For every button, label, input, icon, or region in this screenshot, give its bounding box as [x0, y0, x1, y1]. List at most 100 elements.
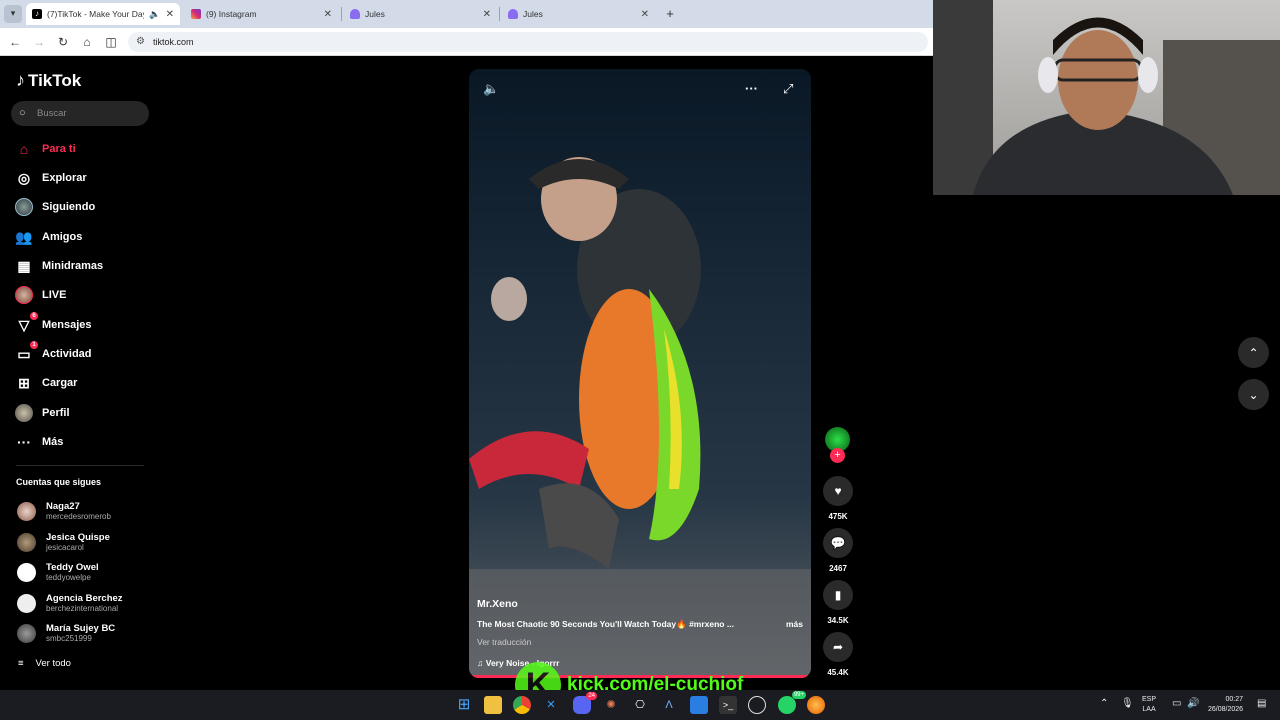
webcam-frame	[933, 0, 1280, 195]
followed-account[interactable]: Teddy Owel teddyowelpe	[17, 558, 99, 586]
reload-icon[interactable]: ↻	[55, 34, 71, 50]
video-author[interactable]: Mr.Xeno	[477, 598, 803, 610]
sidebar-item-mensajes[interactable]: ▽ 6 Mensajes	[14, 312, 92, 335]
sidebar-item-cargar[interactable]: ⊞ Cargar	[14, 373, 77, 393]
sidebar-item-label: Más	[42, 436, 64, 448]
site-info-icon[interactable]: ⚙	[136, 32, 145, 52]
network-icon[interactable]: ▭	[1172, 699, 1181, 709]
back-icon[interactable]: ←	[7, 34, 23, 50]
fullscreen-icon[interactable]: ⤢	[783, 81, 793, 97]
account-name: Jesica Quispe	[46, 532, 110, 543]
language-indicator[interactable]: ESP LAA	[1142, 695, 1156, 715]
video-description: The Most Chaotic 90 Seconds You'll Watch…	[477, 619, 734, 629]
sidebar-item-label: Siguiendo	[42, 201, 96, 213]
sidebar-item-live[interactable]: LIVE	[14, 285, 66, 305]
discord-icon[interactable]: 24	[573, 692, 597, 714]
profile-avatar-icon	[14, 404, 34, 422]
sidebar-item-explorar[interactable]: ◎ Explorar	[14, 168, 87, 188]
whatsapp-icon[interactable]: 99+	[778, 691, 806, 714]
close-icon[interactable]: ✕	[166, 9, 174, 20]
previous-video-button[interactable]: ⌃	[1238, 337, 1269, 368]
sidebar-item-mas[interactable]: ··· Más	[14, 432, 63, 452]
account-username: teddyowelpe	[46, 573, 91, 582]
sidebar-item-perfil[interactable]: Perfil	[14, 403, 70, 423]
sidebar-item-minidramas[interactable]: ▦ Minidramas	[14, 256, 103, 276]
claude-icon[interactable]: ✺	[602, 696, 620, 714]
notification-icon[interactable]: ▤	[1257, 699, 1266, 709]
followed-account[interactable]: María Sujey BC smbc251999	[17, 619, 115, 647]
follow-button[interactable]: +	[830, 448, 845, 463]
tab-jules-1[interactable]: Jules ✕	[344, 3, 497, 25]
see-all-label: Ver todo	[35, 658, 71, 669]
tab-jules-2[interactable]: Jules ✕	[502, 3, 655, 25]
app-blue-icon[interactable]	[690, 696, 708, 714]
tab-list-button[interactable]: ▾	[4, 5, 22, 23]
followed-account[interactable]: Jesica Quispe jesicacarol	[17, 528, 110, 556]
terminal-icon[interactable]: >_	[719, 696, 737, 714]
sidebar-item-label: Para ti	[42, 143, 76, 155]
save-action[interactable]: ▮ 34.5K	[822, 580, 854, 625]
see-all-link[interactable]: ≡ Ver todo	[18, 658, 71, 669]
forward-icon[interactable]: →	[31, 34, 47, 50]
close-icon[interactable]: ✕	[641, 9, 649, 20]
split-view-icon[interactable]: ◫	[103, 34, 119, 50]
new-tab-button[interactable]: +	[662, 6, 678, 22]
account-name: Naga27	[46, 501, 80, 512]
layout-code: LAA	[1142, 706, 1156, 713]
chrome-icon[interactable]	[513, 696, 531, 714]
share-action[interactable]: ➦ 45.4K	[822, 632, 854, 677]
sidebar-item-para-ti[interactable]: ⌂ Para ti	[14, 139, 76, 159]
account-username: mercedesromerob	[46, 512, 111, 521]
tray-chevron-icon[interactable]: ⌃	[1100, 699, 1108, 709]
sidebar-item-amigos[interactable]: 👥 Amigos	[14, 227, 82, 247]
account-username: jesicacarol	[46, 543, 84, 552]
volume-icon[interactable]: 🔊	[1187, 699, 1199, 709]
close-icon[interactable]: ✕	[483, 9, 491, 20]
firefox-icon[interactable]	[807, 696, 825, 714]
url-text: tiktok.com	[153, 37, 194, 47]
url-field[interactable]: ⚙ tiktok.com	[128, 32, 928, 52]
clock[interactable]: 00:27 26/08/2026	[1208, 695, 1243, 715]
translate-link[interactable]: Ver traducción	[477, 637, 803, 647]
next-video-button[interactable]: ⌄	[1238, 379, 1269, 410]
close-icon[interactable]: ✕	[324, 9, 332, 20]
video-player[interactable]: 🔈 ··· ⤢ Mr.Xeno The Most Chaotic 90 Seco…	[469, 69, 811, 678]
notification-badge: 1	[30, 341, 38, 349]
comment-action[interactable]: 💬 2467	[822, 528, 854, 573]
tab-tiktok[interactable]: ♪ (7)TikTok - Make Your Day 🔈 ✕	[26, 3, 180, 25]
antigravity-icon[interactable]: Λ	[660, 696, 678, 714]
speaker-icon[interactable]: 🔈	[149, 9, 160, 20]
more-link[interactable]: más	[786, 619, 803, 630]
followed-account[interactable]: Agencia Berchez berchezinternational	[17, 589, 123, 617]
tiktok-logo[interactable]: ♪ TikTok	[16, 70, 81, 91]
bookmark-icon[interactable]: ▮	[823, 580, 853, 610]
save-count: 34.5K	[827, 616, 849, 625]
avatar	[17, 562, 36, 582]
search-placeholder: Buscar	[37, 108, 67, 119]
windows-start-icon[interactable]: ⊞	[455, 696, 473, 714]
sidebar-item-label: Minidramas	[42, 260, 104, 272]
brand-name: TikTok	[28, 70, 82, 90]
volume-icon[interactable]: 🔈	[483, 81, 499, 97]
friends-icon: 👥	[15, 228, 33, 245]
microphone-icon[interactable]: 🎙	[1121, 699, 1134, 709]
taskbar: ⊞ ✕ 24 ✺ ⎔ Λ >_ 99+ ⌃ 🎙 ESP LAA ▭ 🔊 00:2…	[0, 690, 1280, 720]
file-explorer-icon[interactable]	[484, 696, 502, 714]
chatgpt-icon[interactable]: ⎔	[631, 696, 649, 714]
obs-icon[interactable]	[748, 696, 766, 714]
clock-date: 26/08/2026	[1208, 706, 1244, 713]
vscode-icon[interactable]: ✕	[542, 696, 560, 714]
share-icon[interactable]: ➦	[823, 632, 853, 662]
sidebar-item-siguiendo[interactable]: Siguiendo	[14, 197, 95, 217]
heart-icon[interactable]: ♥	[823, 476, 853, 506]
search-input[interactable]: ○ Buscar	[11, 101, 149, 126]
tab-title: (7)TikTok - Make Your Day	[47, 9, 145, 19]
tab-instagram[interactable]: (9) Instagram ✕	[185, 3, 338, 25]
home-icon[interactable]: ⌂	[79, 34, 95, 50]
comment-icon[interactable]: 💬	[823, 528, 853, 558]
notification-badge: 99+	[791, 691, 806, 699]
sidebar-item-actividad[interactable]: ▭ 1 Actividad	[14, 341, 92, 364]
like-action[interactable]: ♥ 475K	[822, 476, 854, 521]
followed-account[interactable]: Naga27 mercedesromerob	[17, 497, 111, 525]
more-options-icon[interactable]: ···	[745, 81, 758, 96]
